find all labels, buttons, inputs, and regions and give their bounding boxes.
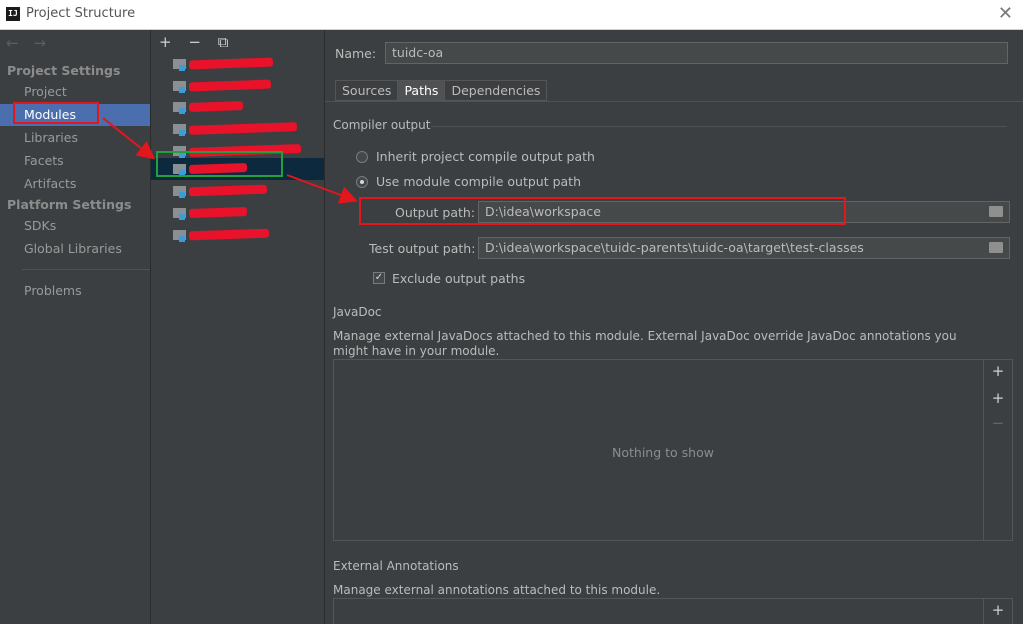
title-bar: IJ Project Structure ✕ <box>0 0 1023 30</box>
sidebar-item-artifacts[interactable]: Artifacts <box>0 173 150 195</box>
module-folder-icon <box>173 230 186 242</box>
sidebar-item-global-libraries[interactable]: Global Libraries <box>0 238 150 260</box>
add-module-icon[interactable]: + <box>159 33 172 51</box>
test-output-path-field[interactable]: D:\idea\workspace\tuidc-parents\tuidc-oa… <box>478 237 1010 259</box>
module-row[interactable] <box>151 96 324 118</box>
add-annotation-icon[interactable]: + <box>984 601 1012 619</box>
annotation-box-selected-module <box>156 151 283 177</box>
inherit-output-radio[interactable] <box>356 151 368 163</box>
module-folder-icon <box>173 102 186 114</box>
sidebar-item-libraries[interactable]: Libraries <box>0 127 150 149</box>
javadoc-heading: JavaDoc <box>333 305 382 319</box>
remove-module-icon[interactable]: − <box>188 33 201 51</box>
sidebar-item-project[interactable]: Project <box>0 81 150 103</box>
module-name-field[interactable]: tuidc-oa <box>385 42 1008 64</box>
remove-javadoc-icon[interactable]: − <box>984 414 1012 432</box>
browse-folder-icon[interactable] <box>989 242 1003 253</box>
name-label: Name: <box>335 46 377 61</box>
annotation-box-output-path <box>359 197 846 225</box>
redacted-module-name <box>188 122 298 135</box>
module-row[interactable] <box>151 180 324 202</box>
add-javadoc-icon[interactable]: + <box>984 362 1012 380</box>
compiler-output-heading: Compiler output <box>333 118 431 132</box>
tab-underline <box>325 101 1023 102</box>
module-detail-pane: Name: tuidc-oa Sources Paths Dependencie… <box>325 30 1023 624</box>
test-output-path-value: D:\idea\workspace\tuidc-parents\tuidc-oa… <box>485 240 864 255</box>
add-javadoc-url-icon[interactable]: + <box>984 389 1012 407</box>
exclude-output-checkbox[interactable]: ✓ <box>373 272 385 284</box>
redacted-module-name <box>188 57 274 70</box>
forward-arrow-icon[interactable]: → <box>33 34 46 52</box>
sidebar-item-sdks[interactable]: SDKs <box>0 215 150 237</box>
module-row[interactable] <box>151 202 324 224</box>
use-module-output-label: Use module compile output path <box>376 174 582 189</box>
copy-module-icon[interactable]: ⧉ <box>218 33 229 51</box>
tab-sources[interactable]: Sources <box>336 81 399 100</box>
external-annotations-description: Manage external annotations attached to … <box>333 583 661 597</box>
module-toolbar: + − ⧉ <box>159 33 240 51</box>
test-output-path-label: Test output path: <box>369 241 476 256</box>
javadoc-description: Manage external JavaDocs attached to thi… <box>333 329 957 358</box>
window-title: Project Structure <box>26 6 136 21</box>
inherit-output-label: Inherit project compile output path <box>376 149 595 164</box>
annotation-box-modules <box>13 102 99 124</box>
nav-arrows: ← → <box>6 34 56 52</box>
module-folder-icon <box>173 81 186 93</box>
tab-dependencies[interactable]: Dependencies <box>445 81 546 100</box>
module-row[interactable] <box>151 224 324 246</box>
use-module-output-radio[interactable] <box>356 176 368 188</box>
module-row[interactable] <box>151 53 324 75</box>
javadoc-empty-text: Nothing to show <box>612 445 714 460</box>
module-folder-icon <box>173 124 186 136</box>
redacted-module-name <box>188 184 268 197</box>
redacted-module-name <box>188 206 248 219</box>
redacted-module-name <box>188 79 272 92</box>
module-list-pane: + − ⧉ <box>151 30 325 624</box>
external-annotations-panel: + <box>333 598 1013 624</box>
section-platform-settings: Platform Settings <box>7 197 132 212</box>
tab-strip: Sources Paths Dependencies <box>335 80 548 101</box>
redacted-module-name <box>188 228 270 241</box>
close-icon[interactable]: ✕ <box>998 3 1013 24</box>
redacted-module-name <box>188 101 244 112</box>
module-folder-icon <box>173 59 186 71</box>
sidebar-item-facets[interactable]: Facets <box>0 150 150 172</box>
exclude-output-label: Exclude output paths <box>392 271 526 286</box>
sidebar-item-problems[interactable]: Problems <box>0 280 150 302</box>
module-row[interactable] <box>151 118 324 140</box>
back-arrow-icon[interactable]: ← <box>6 34 19 52</box>
module-folder-icon <box>173 186 186 198</box>
browse-folder-icon[interactable] <box>989 206 1003 217</box>
sidebar-divider <box>22 269 150 270</box>
annotations-tools: + <box>983 599 1012 624</box>
section-project-settings: Project Settings <box>7 63 121 78</box>
intellij-logo-icon: IJ <box>6 7 20 21</box>
module-row[interactable] <box>151 75 324 97</box>
tab-paths[interactable]: Paths <box>398 81 446 100</box>
javadoc-list-panel: Nothing to show + + − <box>333 359 1013 541</box>
external-annotations-heading: External Annotations <box>333 559 459 573</box>
module-folder-icon <box>173 208 186 220</box>
compiler-output-separator <box>431 126 1007 127</box>
javadoc-tools: + + − <box>983 360 1012 540</box>
